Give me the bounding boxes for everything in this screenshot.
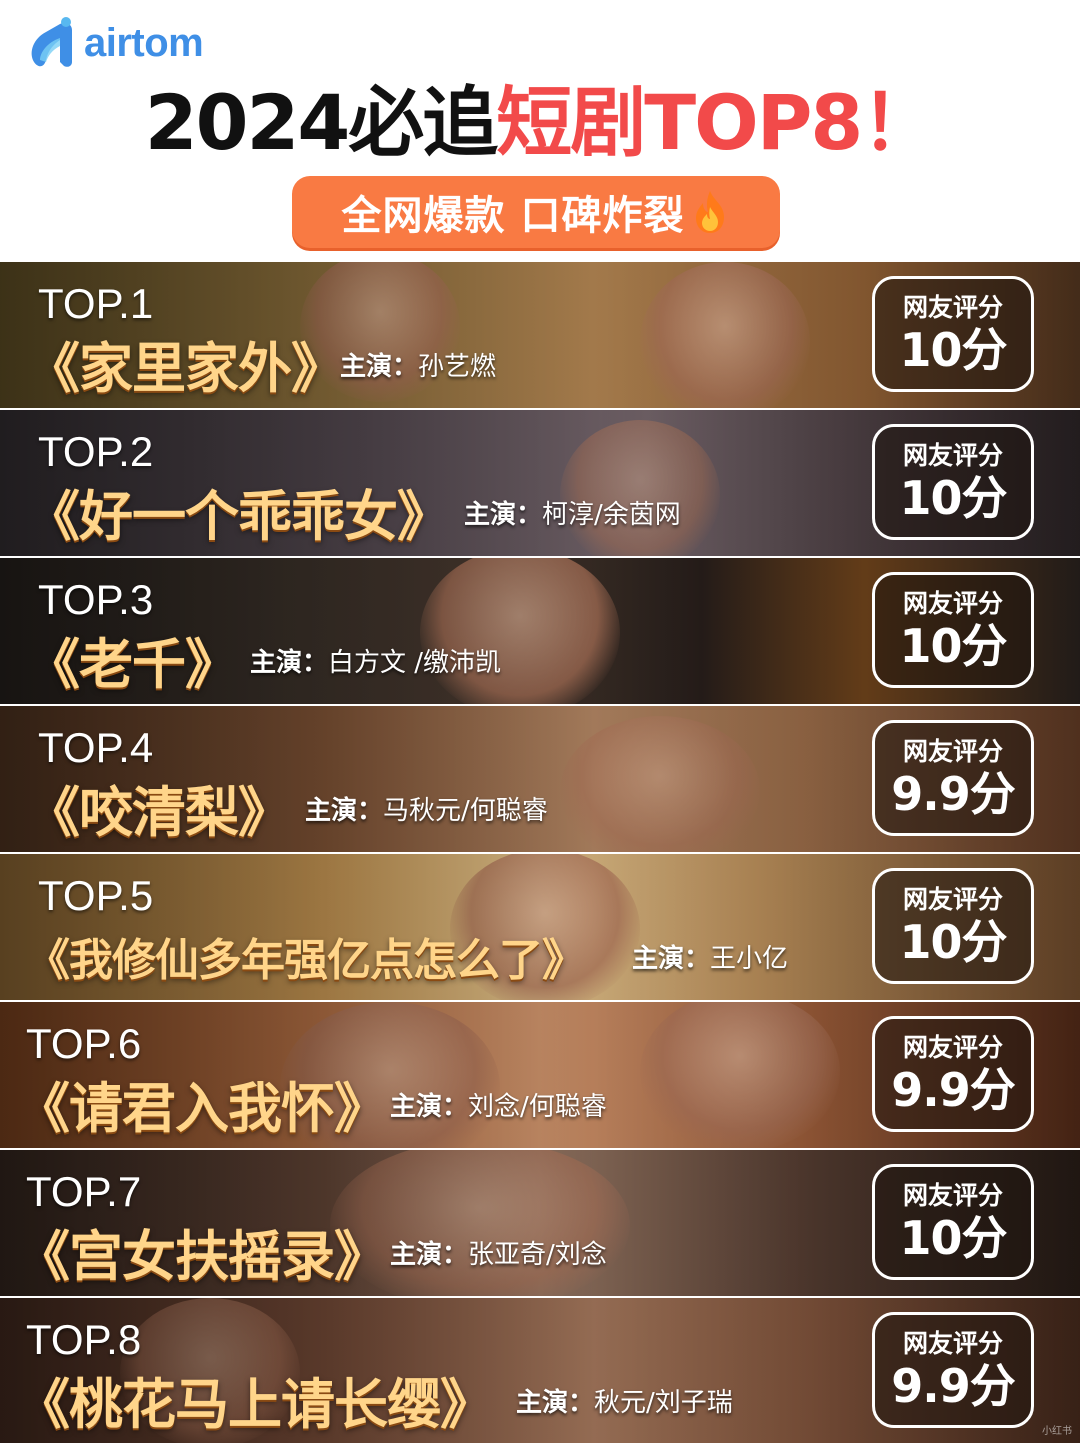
subtitle-badge: 全网爆款 口碑炸裂 <box>292 176 780 248</box>
score-label: 网友评分 <box>902 1033 1003 1062</box>
score-label: 网友评分 <box>902 1329 1003 1358</box>
ranking-row[interactable]: TOP.3 《老千》 主演：白方文 /缴沛凯 网友评分 10分 <box>0 558 1080 706</box>
cast-label: 主演： <box>516 1388 595 1418</box>
drama-title: 《老千》 <box>26 633 239 696</box>
drama-title: 《请君入我怀》 <box>16 1077 388 1140</box>
cast-names: 秋元/刘子瑞 <box>594 1388 733 1418</box>
score-label: 网友评分 <box>902 293 1003 322</box>
score-badge: 网友评分 10分 <box>872 276 1034 392</box>
cast-names: 刘念/何聪睿 <box>468 1092 607 1122</box>
ranking-list: TOP.1 《家里家外》 主演：孙艺燃 网友评分 10分 TOP.2 《好一个乖… <box>0 262 1080 1443</box>
drama-title: 《宫女扶摇录》 <box>16 1225 388 1288</box>
ranking-row[interactable]: TOP.1 《家里家外》 主演：孙艺燃 网友评分 10分 <box>0 262 1080 410</box>
rank-label: TOP.4 <box>38 724 154 771</box>
score-value: 10分 <box>899 1211 1007 1265</box>
cast-info: 主演：王小亿 <box>632 938 788 975</box>
rank-label: TOP.7 <box>26 1168 142 1215</box>
score-label: 网友评分 <box>902 441 1003 470</box>
score-value: 10分 <box>899 471 1007 525</box>
ranking-row[interactable]: TOP.6 《请君入我怀》 主演：刘念/何聪睿 网友评分 9.9分 <box>0 1002 1080 1150</box>
cast-info: 主演：白方文 /缴沛凯 <box>250 642 501 679</box>
cast-label: 主演： <box>390 1092 469 1122</box>
cast-names: 孙艺燃 <box>418 352 497 382</box>
cast-label: 主演： <box>340 352 419 382</box>
rank-label: TOP.3 <box>38 576 154 623</box>
score-value: 10分 <box>899 323 1007 377</box>
airtom-logo-icon <box>31 17 72 67</box>
score-value: 9.9分 <box>891 1359 1015 1413</box>
title-part-black: 2024必追 <box>144 78 499 167</box>
score-value: 10分 <box>899 915 1007 969</box>
brand-logo: airtom <box>26 16 204 70</box>
ranking-poster: airtom 2024必追短剧TOP8！ 全网爆款 口碑炸裂 TOP.1 《家里… <box>0 0 1080 1443</box>
score-label: 网友评分 <box>902 589 1003 618</box>
score-badge: 网友评分 10分 <box>872 1164 1034 1280</box>
score-value: 10分 <box>899 619 1007 673</box>
cast-info: 主演：马秋元/何聪睿 <box>305 790 548 827</box>
cast-info: 主演：秋元/刘子瑞 <box>516 1382 733 1419</box>
score-badge: 网友评分 10分 <box>872 572 1034 688</box>
rank-label: TOP.5 <box>38 872 154 919</box>
score-label: 网友评分 <box>902 885 1003 914</box>
rank-label: TOP.6 <box>26 1020 142 1067</box>
cast-label: 主演： <box>464 500 543 530</box>
subtitle-text: 全网爆款 口碑炸裂 <box>341 193 685 239</box>
score-label: 网友评分 <box>902 1181 1003 1210</box>
rank-label: TOP.2 <box>38 428 154 475</box>
score-value: 9.9分 <box>891 1063 1015 1117</box>
cast-label: 主演： <box>305 796 384 826</box>
cast-info: 主演：柯淳/余茵网 <box>464 494 681 531</box>
drama-title: 《好一个乖乖女》 <box>26 485 451 548</box>
cast-names: 白方文 /缴沛凯 <box>328 648 502 678</box>
ranking-row[interactable]: TOP.8 《桃花马上请长缨》 主演：秋元/刘子瑞 网友评分 9.9分 小红书 <box>0 1298 1080 1443</box>
rank-label: TOP.8 <box>26 1316 142 1363</box>
cast-names: 马秋元/何聪睿 <box>383 796 548 826</box>
ranking-row[interactable]: TOP.2 《好一个乖乖女》 主演：柯淳/余茵网 网友评分 10分 <box>0 410 1080 558</box>
drama-title: 《我修仙多年强亿点怎么了》 <box>26 935 586 986</box>
cast-info: 主演：孙艺燃 <box>340 346 496 383</box>
score-badge: 网友评分 9.9分 <box>872 1312 1034 1428</box>
rank-label: TOP.1 <box>38 280 154 327</box>
ranking-row[interactable]: TOP.4 《咬清梨》 主演：马秋元/何聪睿 网友评分 9.9分 <box>0 706 1080 854</box>
title-part-red: 短剧TOP8！ <box>496 78 937 167</box>
cast-label: 主演： <box>632 944 711 974</box>
drama-title: 《咬清梨》 <box>26 781 292 844</box>
score-value: 9.9分 <box>891 767 1015 821</box>
drama-title: 《桃花马上请长缨》 <box>16 1373 494 1436</box>
ranking-row[interactable]: TOP.5 《我修仙多年强亿点怎么了》 主演：王小亿 网友评分 10分 <box>0 854 1080 1002</box>
cast-names: 王小亿 <box>710 944 789 974</box>
poster-header: airtom 2024必追短剧TOP8！ 全网爆款 口碑炸裂 <box>0 0 1080 262</box>
cast-names: 柯淳/余茵网 <box>542 500 681 530</box>
watermark: 小红书 <box>1042 1426 1072 1437</box>
drama-title: 《家里家外》 <box>26 337 345 400</box>
cast-info: 主演：刘念/何聪睿 <box>390 1086 607 1123</box>
score-badge: 网友评分 9.9分 <box>872 720 1034 836</box>
score-badge: 网友评分 10分 <box>872 424 1034 540</box>
ranking-row[interactable]: TOP.7 《宫女扶摇录》 主演：张亚奇/刘念 网友评分 10分 <box>0 1150 1080 1298</box>
score-badge: 网友评分 9.9分 <box>872 1016 1034 1132</box>
page-title: 2024必追短剧TOP8！ <box>0 78 1080 168</box>
brand-name: airtom <box>84 20 204 65</box>
cast-label: 主演： <box>390 1240 469 1270</box>
fire-icon <box>696 191 725 233</box>
cast-names: 张亚奇/刘念 <box>468 1240 607 1270</box>
cast-label: 主演： <box>250 648 329 678</box>
score-badge: 网友评分 10分 <box>872 868 1034 984</box>
score-label: 网友评分 <box>902 737 1003 766</box>
cast-info: 主演：张亚奇/刘念 <box>390 1234 607 1271</box>
